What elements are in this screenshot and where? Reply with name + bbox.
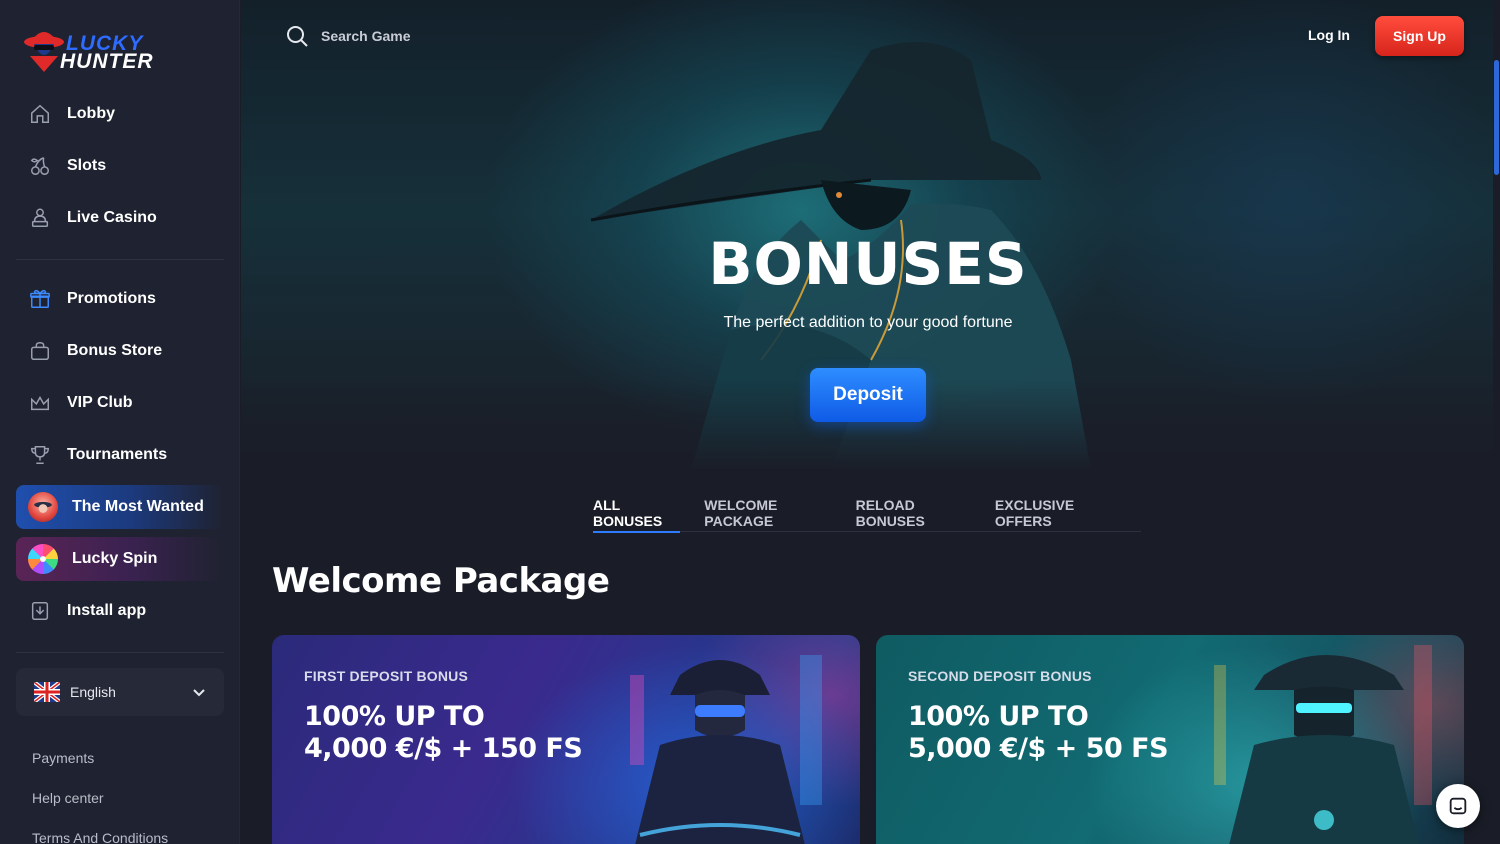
sidebar-item-label: Promotions <box>67 290 156 307</box>
download-icon <box>28 599 52 623</box>
most-wanted-icon <box>28 492 58 522</box>
cherry-icon <box>28 154 52 178</box>
biker-illustration <box>630 655 822 844</box>
sidebar-item-slots[interactable]: Slots <box>16 144 224 188</box>
sidebar-item-promotions[interactable]: Promotions <box>16 277 224 321</box>
wheel-icon <box>28 544 58 574</box>
sidebar-item-label: The Most Wanted <box>72 498 204 515</box>
card-label: FIRST DEPOSIT BONUS <box>304 668 469 684</box>
sidebar-item-label: VIP Club <box>67 394 133 411</box>
dealer-icon <box>28 206 52 230</box>
bonus-card-second-deposit[interactable]: SECOND DEPOSIT BONUS 100% UP TO 5,000 €/… <box>876 635 1464 844</box>
sidebar-item-label: Lucky Spin <box>72 550 158 567</box>
sidebar-item-label: Tournaments <box>67 446 168 463</box>
deposit-button[interactable]: Deposit <box>810 368 926 422</box>
sidebar-item-vip-club[interactable]: VIP Club <box>16 381 224 425</box>
sidebar-item-bonus-store[interactable]: Bonus Store <box>16 329 224 373</box>
sidebar-divider <box>16 652 224 653</box>
chat-icon <box>1449 797 1467 815</box>
footer-link-help-center[interactable]: Help center <box>32 790 104 806</box>
sidebar-item-label: Live Casino <box>67 209 157 226</box>
logo-text-hunter: HUNTER <box>60 50 154 73</box>
sidebar-divider <box>16 259 224 260</box>
sidebar-item-label: Lobby <box>67 105 115 122</box>
bonus-card-first-deposit[interactable]: FIRST DEPOSIT BONUS 100% UP TO 4,000 €/$… <box>272 635 860 844</box>
footer-link-terms[interactable]: Terms And Conditions <box>32 830 168 844</box>
sidebar-item-lobby[interactable]: Lobby <box>16 92 224 136</box>
card-label: SECOND DEPOSIT BONUS <box>908 668 1092 684</box>
search-placeholder: Search Game <box>321 28 411 44</box>
gift-icon <box>28 287 52 311</box>
tab-welcome-package[interactable]: WELCOME PACKAGE <box>704 486 831 532</box>
crown-icon <box>28 391 52 415</box>
section-title: Welcome Package <box>272 561 610 601</box>
sidebar-item-label: Install app <box>67 602 147 619</box>
login-button[interactable]: Log In <box>1308 27 1350 43</box>
cyber-hunter-illustration <box>1214 645 1432 844</box>
signup-button[interactable]: Sign Up <box>1375 16 1464 56</box>
sidebar-item-install-app[interactable]: Install app <box>16 589 224 633</box>
tab-exclusive-offers[interactable]: EXCLUSIVE OFFERS <box>995 486 1117 532</box>
card-offer-line1: 100% UP TO <box>304 701 485 732</box>
sidebar: LUCKY HUNTER Lobby Slots Live Casino Pro… <box>0 0 240 844</box>
tab-reload-bonuses[interactable]: RELOAD BONUSES <box>856 486 971 532</box>
footer-link-payments[interactable]: Payments <box>32 750 94 766</box>
language-label: English <box>70 684 116 700</box>
sidebar-item-most-wanted[interactable]: The Most Wanted <box>16 485 224 529</box>
language-selector[interactable]: English <box>16 668 224 716</box>
sidebar-item-label: Bonus Store <box>67 342 163 359</box>
card-offer-line2: 4,000 €/$ + 150 FS <box>304 733 583 764</box>
card-offer-line1: 100% UP TO <box>908 701 1089 732</box>
sidebar-item-lucky-spin[interactable]: Lucky Spin <box>16 537 224 581</box>
trophy-icon <box>28 443 52 467</box>
bag-icon <box>28 339 52 363</box>
card-offer-line2: 5,000 €/$ + 50 FS <box>908 733 1169 764</box>
sidebar-item-live-casino[interactable]: Live Casino <box>16 196 224 240</box>
tab-all-bonuses[interactable]: ALL BONUSES <box>593 486 681 533</box>
home-icon <box>28 102 52 126</box>
scrollbar-thumb[interactable] <box>1494 60 1499 175</box>
chevron-down-icon <box>193 689 205 697</box>
page-title: BONUSES <box>708 230 1028 298</box>
hero-subtitle: The perfect addition to your good fortun… <box>723 314 1013 331</box>
sidebar-item-label: Slots <box>67 157 107 174</box>
lucky-hunter-logo[interactable]: LUCKY HUNTER <box>22 20 154 76</box>
bonus-tabs: ALL BONUSES WELCOME PACKAGE RELOAD BONUS… <box>593 486 1141 533</box>
main-content: Search Game Log In Sign Up BONUSES The p… <box>241 0 1500 844</box>
uk-flag-icon <box>34 682 60 702</box>
search-icon <box>287 26 308 47</box>
sidebar-item-tournaments[interactable]: Tournaments <box>16 433 224 477</box>
search-bar[interactable]: Search Game <box>285 24 411 48</box>
chat-widget-button[interactable] <box>1436 784 1480 828</box>
